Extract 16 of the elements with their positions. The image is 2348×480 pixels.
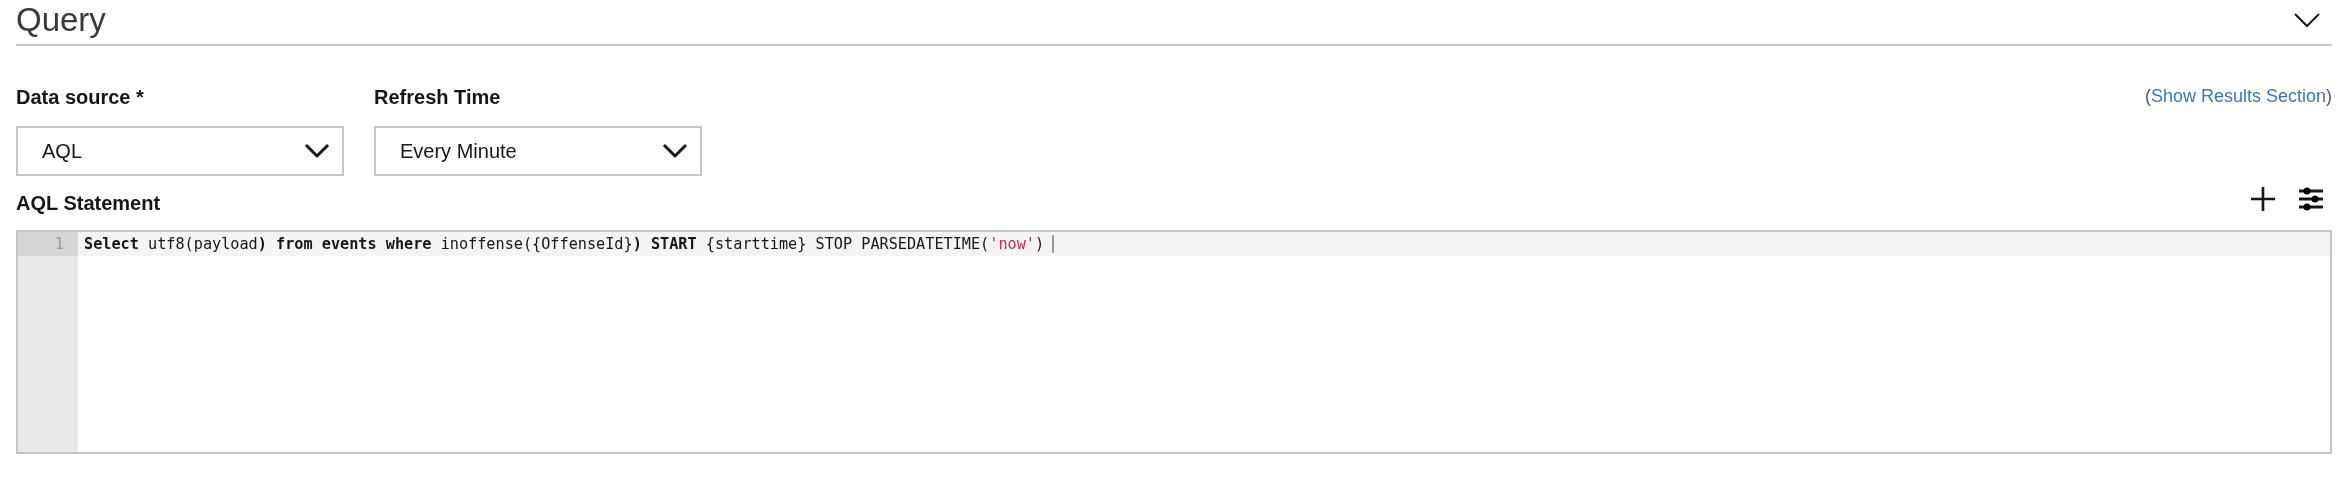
field-label: Data source * [16, 86, 145, 110]
settings-icon[interactable] [2298, 186, 2324, 212]
section-title: Query [16, 1, 106, 39]
add-icon[interactable] [2250, 186, 2276, 212]
line-number: 1 [18, 232, 78, 256]
field-label: Refresh Time [374, 86, 502, 110]
chevron-icon [304, 143, 330, 159]
code-editor[interactable]: 1 Select utf8(payload) from events where inoffense({OffenseId}) START {starttime} STOP PARSEDATETIME('now') [16, 230, 2332, 454]
chevron-icon [662, 143, 688, 159]
dropdown[interactable]: Every Minute [374, 126, 702, 176]
text-cursor [1052, 235, 1055, 253]
dropdown[interactable]: AQL [16, 126, 344, 176]
code-line: Select utf8(payload) from events where inoffense({OffenseId}) START {starttime} STOP PARSEDATETIME('now') [84, 234, 1045, 255]
chevron-icon[interactable] [2294, 12, 2320, 28]
field-label: AQL Statement [16, 192, 161, 216]
show-results-link[interactable]: (Show Results Section) [2144, 86, 2332, 107]
